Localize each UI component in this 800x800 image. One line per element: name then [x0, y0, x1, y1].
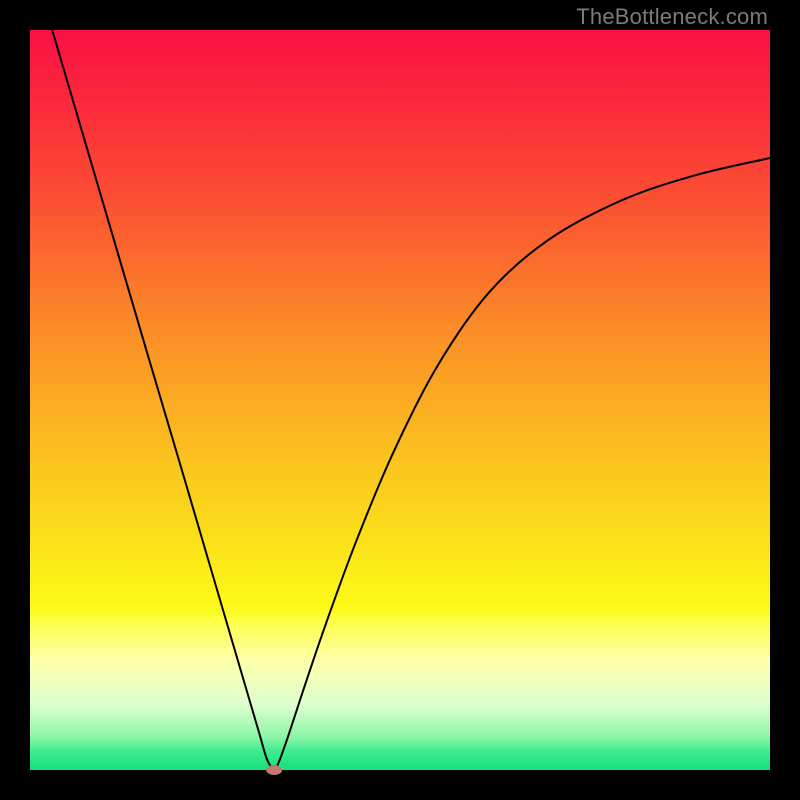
watermark-text: TheBottleneck.com [576, 4, 768, 30]
min-point-marker [266, 765, 282, 775]
curve-line [52, 30, 770, 770]
chart-overlay [30, 30, 770, 770]
plot-area [30, 30, 770, 770]
chart-frame: TheBottleneck.com [0, 0, 800, 800]
